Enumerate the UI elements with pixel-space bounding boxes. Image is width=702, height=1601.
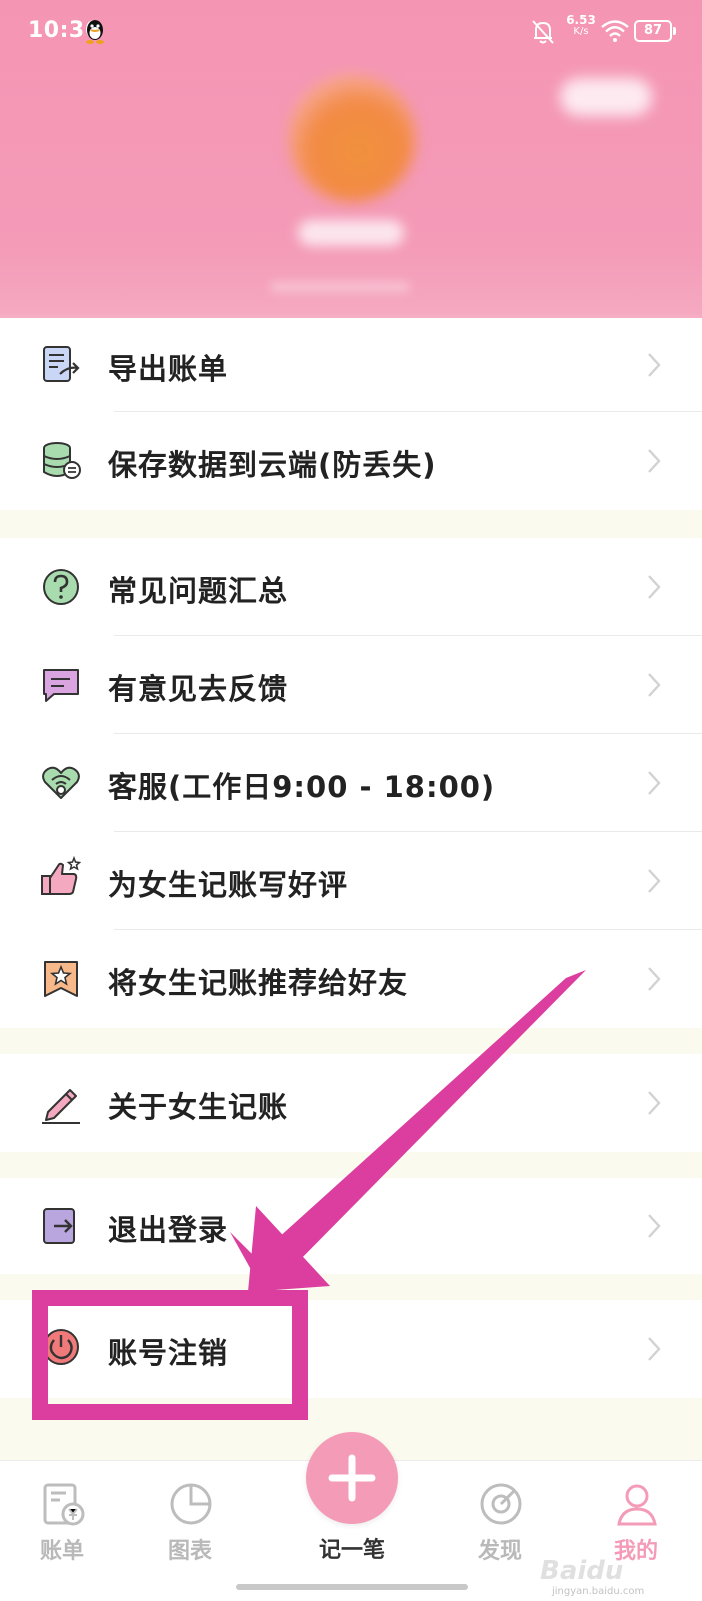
menu-label: 将女生记账推荐给好友 <box>108 966 409 1000</box>
profile-icon <box>617 1484 657 1526</box>
profile-header: 10:36 6.53 K/s 87 <box>0 0 702 352</box>
chevron-right-icon <box>648 1337 661 1361</box>
chevron-right-icon <box>648 1091 661 1115</box>
pencil-icon <box>42 1089 80 1124</box>
chevron-right-icon <box>648 673 661 697</box>
network-speed: 6.53 K/s <box>566 13 596 37</box>
tab-label: 发现 <box>477 1539 522 1564</box>
menu-label: 为女生记账写好评 <box>108 868 349 902</box>
thumbs-up-icon <box>41 856 82 895</box>
cloud-database-icon <box>43 442 81 479</box>
menu-item-export-bill[interactable]: 导出账单 <box>0 318 702 412</box>
chevron-right-icon <box>648 1214 661 1238</box>
tab-label: 图表 <box>167 1539 212 1564</box>
bill-icon <box>43 1483 85 1526</box>
tab-discover[interactable]: 发现 <box>450 1461 550 1601</box>
watermark-brand: Baidu <box>540 1556 624 1586</box>
avatar[interactable] <box>288 74 416 202</box>
menu-label: 退出登录 <box>108 1213 229 1247</box>
menu-label: 有意见去反馈 <box>108 672 289 706</box>
menu-item-recommend[interactable]: 将女生记账推荐给好友 <box>0 930 702 1028</box>
feedback-icon <box>43 669 79 702</box>
home-indicator[interactable] <box>236 1584 468 1590</box>
menu-item-cloud-save[interactable]: 保存数据到云端(防丢失) <box>0 412 702 510</box>
discover-icon <box>480 1483 522 1525</box>
power-icon <box>43 1329 79 1365</box>
add-record-label[interactable]: 记一笔 <box>302 1532 402 1564</box>
menu-label: 客服(工作日9:00 - 18:00) <box>108 770 496 804</box>
menu-item-rate-app[interactable]: 为女生记账写好评 <box>0 832 702 930</box>
chevron-right-icon <box>648 449 661 473</box>
wifi-icon <box>601 20 629 42</box>
header-button-blurred[interactable] <box>560 78 652 116</box>
tab-chart[interactable]: 图表 <box>140 1461 240 1601</box>
menu-item-logout[interactable]: 退出登录 <box>0 1178 702 1274</box>
customer-service-icon <box>42 766 80 799</box>
chevron-right-icon <box>648 967 661 991</box>
add-record-button[interactable] <box>306 1432 398 1524</box>
mute-bell-icon <box>532 20 554 44</box>
chevron-right-icon <box>648 869 661 893</box>
menu-item-customer-service[interactable]: 客服(工作日9:00 - 18:00) <box>0 734 702 832</box>
tab-bill[interactable]: 账单 <box>12 1461 112 1601</box>
menu-item-about[interactable]: 关于女生记账 <box>0 1054 702 1152</box>
menu-label: 关于女生记账 <box>108 1090 289 1124</box>
export-bill-icon <box>43 346 80 382</box>
menu-item-delete-account[interactable]: 账号注销 <box>0 1300 702 1398</box>
status-bar: 10:36 6.53 K/s 87 <box>0 0 702 64</box>
chevron-right-icon <box>648 353 661 377</box>
chevron-right-icon <box>648 771 661 795</box>
plus-icon <box>328 1454 376 1502</box>
subtitle-blurred <box>270 282 410 292</box>
tab-label: 账单 <box>39 1539 84 1564</box>
pie-chart-icon <box>170 1483 212 1525</box>
question-icon <box>43 569 79 605</box>
chevron-right-icon <box>648 575 661 599</box>
menu-label: 保存数据到云端(防丢失) <box>108 448 437 482</box>
battery-indicator: 87 <box>634 20 676 42</box>
logout-icon <box>43 1208 75 1244</box>
qq-notification-icon <box>86 20 104 44</box>
menu-label: 导出账单 <box>108 352 229 386</box>
watermark-url: jingyan.baidu.com <box>552 1586 645 1597</box>
menu-label: 常见问题汇总 <box>108 574 289 608</box>
nickname-blurred <box>298 220 404 246</box>
recommend-icon <box>44 961 78 997</box>
menu-item-faq[interactable]: 常见问题汇总 <box>0 538 702 636</box>
menu-label: 账号注销 <box>108 1336 229 1370</box>
menu-item-feedback[interactable]: 有意见去反馈 <box>0 636 702 734</box>
